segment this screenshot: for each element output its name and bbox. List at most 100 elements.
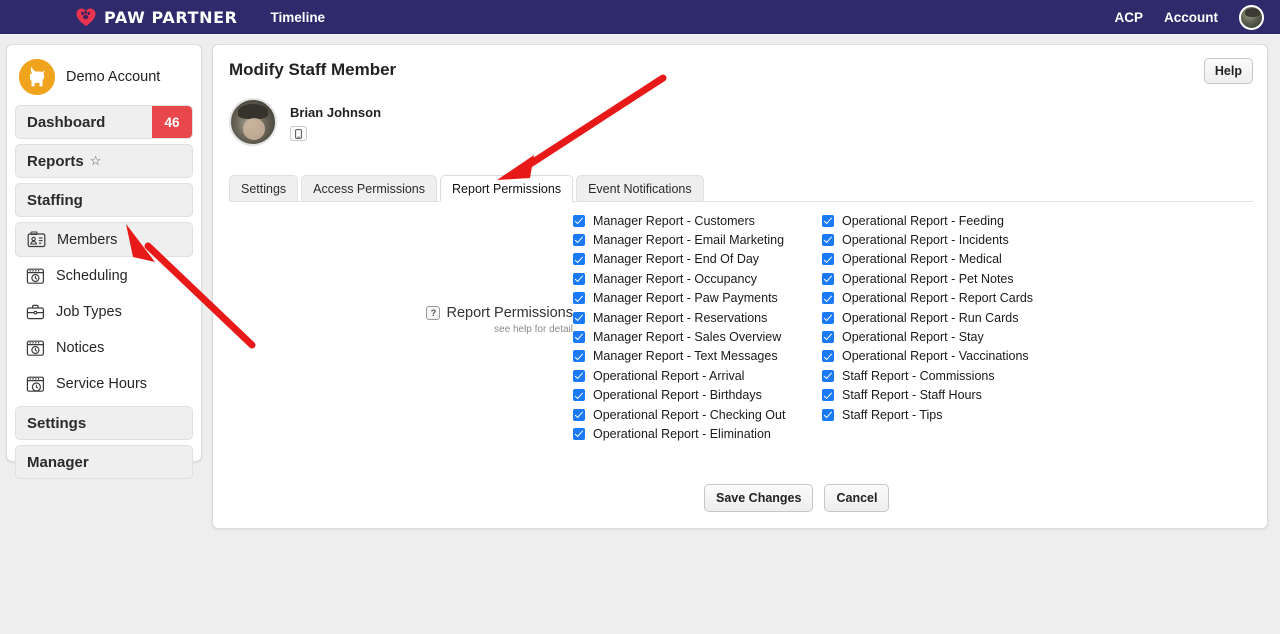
checkbox-row[interactable]: Operational Report - Incidents — [822, 230, 1082, 249]
sidebar-item-reports[interactable]: Reports ☆ — [15, 144, 193, 178]
checkbox-label: Operational Report - Run Cards — [842, 310, 1019, 325]
checkbox-row[interactable]: Manager Report - Paw Payments — [573, 289, 822, 308]
checkbox-icon[interactable] — [573, 427, 585, 440]
checkbox-icon[interactable] — [822, 292, 834, 305]
checkbox-row[interactable]: Operational Report - Stay — [822, 327, 1082, 346]
checkbox-row[interactable]: Operational Report - Medical — [822, 250, 1082, 269]
field-sublabel: see help for detail — [494, 324, 573, 335]
checkbox-row[interactable]: Operational Report - Arrival — [573, 366, 822, 385]
checkbox-label: Operational Report - Incidents — [842, 233, 1009, 248]
checkbox-row[interactable]: Operational Report - Vaccinations — [822, 347, 1082, 366]
sidebar-item-label: Notices — [56, 339, 105, 356]
checkbox-row[interactable]: Operational Report - Checking Out — [573, 405, 822, 424]
member-header: Brian Johnson — [229, 98, 381, 146]
checkbox-label: Manager Report - End Of Day — [593, 252, 760, 267]
checkbox-icon[interactable] — [573, 389, 585, 402]
checkbox-row[interactable]: Manager Report - Occupancy — [573, 269, 822, 288]
checkbox-label: Manager Report - Reservations — [593, 310, 768, 325]
checkbox-row[interactable]: Manager Report - End Of Day — [573, 250, 822, 269]
sidebar-item-settings[interactable]: Settings — [15, 406, 193, 440]
checkbox-icon[interactable] — [573, 331, 585, 344]
sidebar-item-staffing[interactable]: Staffing — [15, 183, 193, 217]
checkbox-icon[interactable] — [573, 369, 585, 382]
sidebar-item-job-types[interactable]: Job Types — [15, 294, 193, 329]
checkbox-icon[interactable] — [822, 350, 834, 363]
checkbox-row[interactable]: Operational Report - Birthdays — [573, 386, 822, 405]
member-name: Brian Johnson — [290, 105, 382, 120]
cancel-button[interactable]: Cancel — [824, 484, 890, 512]
checkbox-row[interactable]: Manager Report - Sales Overview — [573, 327, 822, 346]
tab-settings[interactable]: Settings — [229, 175, 299, 202]
form-actions: Save Changes Cancel — [704, 484, 890, 512]
checkbox-icon[interactable] — [822, 311, 834, 324]
checkbox-icon[interactable] — [573, 292, 585, 305]
member-avatar — [229, 98, 277, 146]
sidebar-item-label: Reports — [27, 152, 84, 170]
checkbox-icon[interactable] — [822, 253, 834, 266]
checkbox-label: Manager Report - Paw Payments — [593, 291, 778, 306]
nav-link-timeline[interactable]: Timeline — [271, 10, 326, 25]
sidebar: Demo Account Dashboard 46 Reports ☆ Staf… — [6, 44, 202, 479]
sidebar-item-label: Scheduling — [56, 267, 128, 284]
calendar-clock-icon — [26, 376, 44, 392]
checkbox-label: Manager Report - Customers — [593, 213, 755, 228]
checkbox-row[interactable]: Staff Report - Staff Hours — [822, 386, 1082, 405]
checkbox-icon[interactable] — [573, 311, 585, 324]
checkbox-row[interactable]: Staff Report - Tips — [822, 405, 1082, 424]
sidebar-item-members[interactable]: Members — [15, 222, 193, 257]
sidebar-item-label: Staffing — [27, 191, 83, 209]
checkbox-icon[interactable] — [573, 408, 585, 421]
sidebar-item-dashboard[interactable]: Dashboard 46 — [15, 105, 193, 139]
checkbox-row[interactable]: Operational Report - Report Cards — [822, 289, 1082, 308]
checkbox-row[interactable]: Manager Report - Email Marketing — [573, 230, 822, 249]
checkbox-icon[interactable] — [822, 408, 834, 421]
account-name: Demo Account — [66, 69, 161, 85]
checkbox-row[interactable]: Operational Report - Run Cards — [822, 308, 1082, 327]
checkbox-icon[interactable] — [573, 253, 585, 266]
checkbox-label: Operational Report - Feeding — [842, 213, 1004, 228]
brand-logo[interactable]: Paw Partner — [75, 7, 238, 27]
sidebar-item-label: Manager — [27, 453, 89, 471]
checkbox-row[interactable]: Staff Report - Commissions — [822, 366, 1082, 385]
checkbox-row[interactable]: Operational Report - Elimination — [573, 424, 822, 443]
tab-access-permissions[interactable]: Access Permissions — [301, 175, 438, 202]
checkbox-icon[interactable] — [573, 214, 585, 227]
checkbox-icon[interactable] — [822, 214, 834, 227]
checkbox-label: Manager Report - Sales Overview — [593, 330, 782, 345]
nav-link-acp[interactable]: ACP — [1114, 10, 1143, 25]
checkbox-row[interactable]: Manager Report - Text Messages — [573, 347, 822, 366]
sidebar-item-label: Service Hours — [56, 375, 148, 392]
navbar-avatar[interactable] — [1239, 4, 1264, 30]
mobile-phone-icon[interactable] — [290, 126, 307, 141]
checkbox-icon[interactable] — [573, 350, 585, 363]
checkbox-row[interactable]: Manager Report - Reservations — [573, 308, 822, 327]
nav-link-account[interactable]: Account — [1164, 10, 1218, 25]
checkbox-label: Operational Report - Report Cards — [842, 291, 1034, 306]
main-content-panel: Modify Staff Member Help Brian Johnson S… — [212, 44, 1268, 529]
checkbox-icon[interactable] — [822, 272, 834, 285]
checkbox-label: Operational Report - Pet Notes — [842, 271, 1014, 286]
checkbox-icon[interactable] — [822, 234, 834, 247]
help-question-icon[interactable]: ? — [426, 306, 441, 320]
checkbox-label: Manager Report - Occupancy — [593, 271, 757, 286]
sidebar-item-label: Members — [57, 231, 118, 248]
sidebar-item-manager[interactable]: Manager — [15, 445, 193, 479]
tab-event-notifications[interactable]: Event Notifications — [576, 175, 704, 202]
page-title: Modify Staff Member — [229, 60, 397, 79]
checkbox-row[interactable]: Manager Report - Customers — [573, 211, 822, 230]
sidebar-item-scheduling[interactable]: Scheduling — [15, 258, 193, 293]
checkbox-icon[interactable] — [822, 331, 834, 344]
sidebar-item-notices[interactable]: Notices — [15, 330, 193, 365]
sidebar-item-label: Settings — [27, 414, 87, 432]
checkbox-row[interactable]: Operational Report - Feeding — [822, 211, 1082, 230]
save-changes-button[interactable]: Save Changes — [704, 484, 814, 512]
account-row[interactable]: Demo Account — [15, 53, 193, 105]
checkbox-icon[interactable] — [822, 369, 834, 382]
sidebar-item-service-hours[interactable]: Service Hours — [15, 366, 193, 401]
checkbox-row[interactable]: Operational Report - Pet Notes — [822, 269, 1082, 288]
help-button[interactable]: Help — [1203, 58, 1253, 84]
checkbox-icon[interactable] — [822, 389, 834, 402]
checkbox-icon[interactable] — [573, 272, 585, 285]
tab-report-permissions[interactable]: Report Permissions — [440, 175, 574, 202]
checkbox-icon[interactable] — [573, 234, 585, 247]
